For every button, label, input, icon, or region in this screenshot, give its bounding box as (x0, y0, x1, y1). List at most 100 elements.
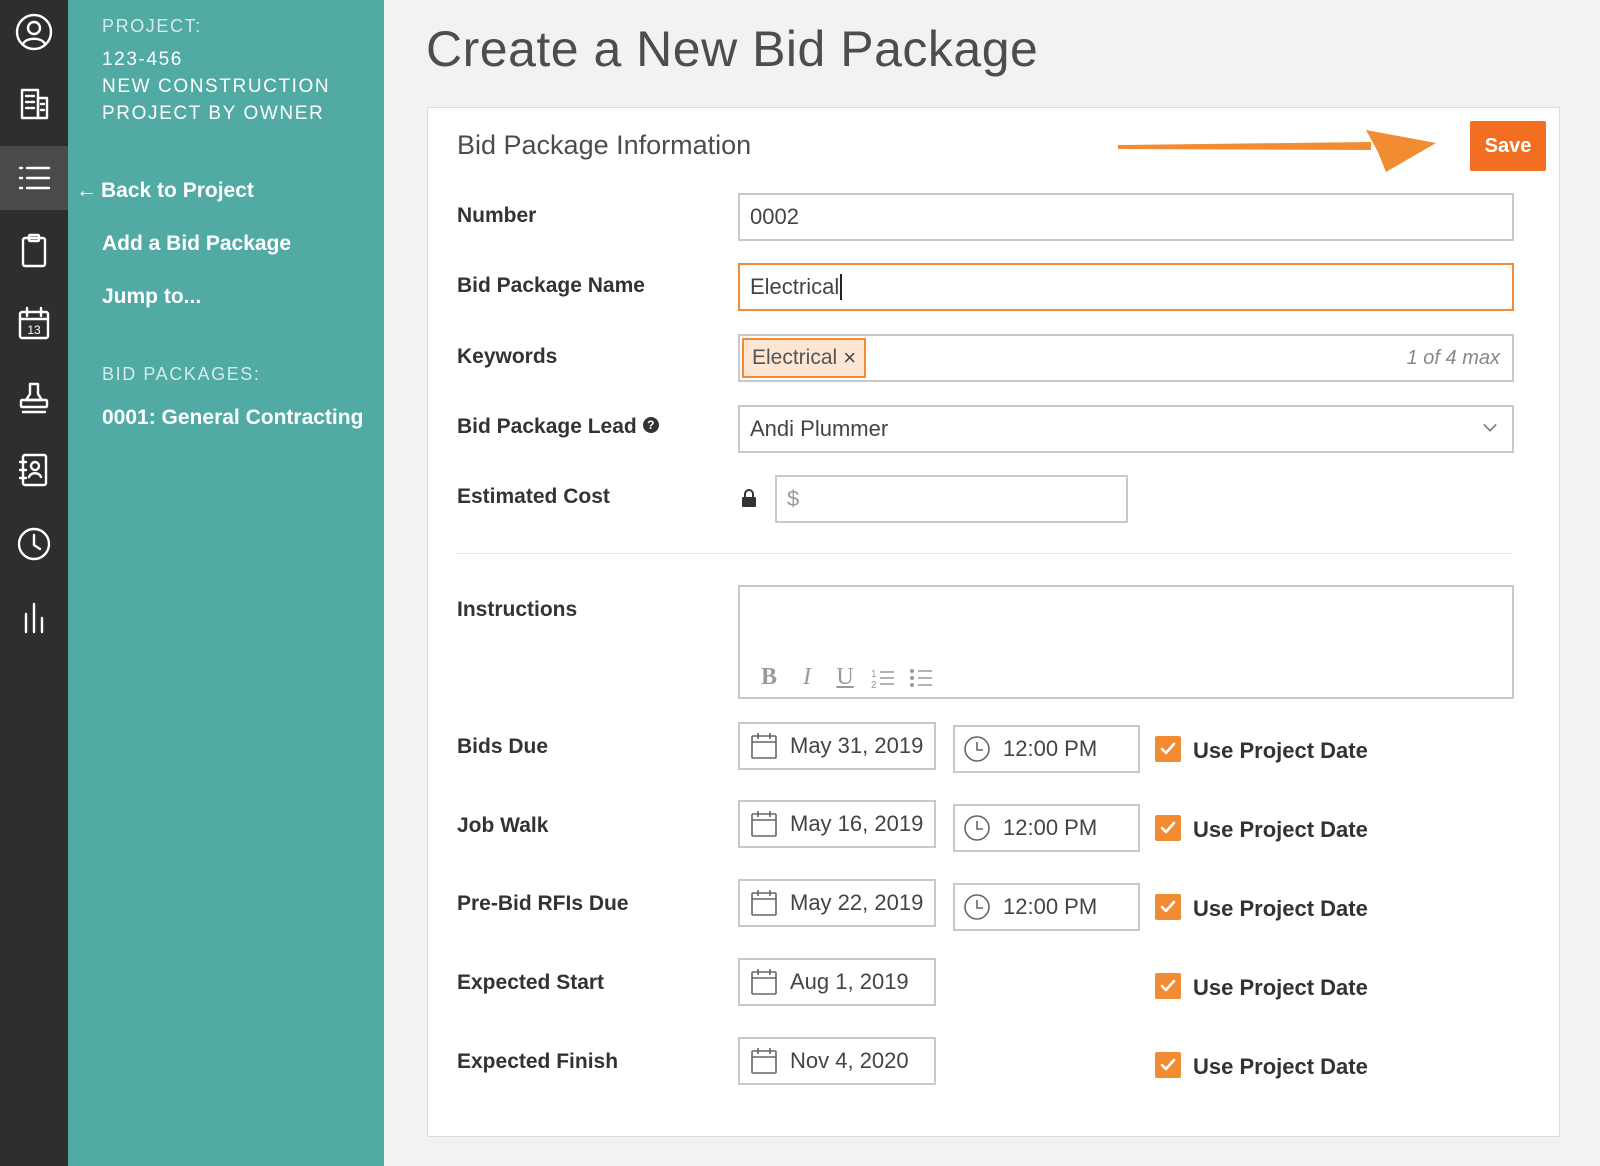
bar-chart-icon[interactable] (0, 586, 68, 650)
checkmark-icon (1160, 821, 1176, 834)
user-circle-icon[interactable] (0, 0, 68, 64)
divider (457, 553, 1512, 554)
text-cursor (840, 274, 843, 300)
bids-due-label: Bids Due (457, 735, 549, 758)
svg-text:13: 13 (27, 323, 41, 337)
keywords-field[interactable]: Electrical × 1 of 4 max (738, 334, 1514, 382)
calendar-icon (751, 733, 777, 759)
project-name-line1: NEW CONSTRUCTION (102, 76, 331, 97)
bid-package-name-field[interactable]: Electrical (738, 263, 1514, 311)
job-walk-use-project-date-checkbox[interactable] (1155, 815, 1181, 841)
project-info: 123-456 NEW CONSTRUCTION PROJECT BY OWNE… (102, 46, 330, 127)
svg-text:2: 2 (871, 680, 877, 690)
clock-icon[interactable] (0, 512, 68, 576)
bids-due-date-field[interactable]: May 31, 2019 (738, 722, 936, 770)
underline-button[interactable]: U (826, 664, 864, 691)
project-name-line2: PROJECT BY OWNER (102, 103, 325, 124)
bid-package-lead-label: Bid Package Lead? (457, 415, 659, 439)
calendar-icon (751, 1048, 777, 1074)
expected-finish-checkbox-label: Use Project Date (1193, 1054, 1368, 1079)
expected-finish-label: Expected Finish (457, 1050, 619, 1073)
expected-finish-date: Nov 4, 2020 (790, 1048, 909, 1073)
numbered-list-icon[interactable]: 12 (864, 664, 902, 691)
back-link-label: Back to Project (101, 179, 254, 202)
checkmark-icon (1160, 742, 1176, 755)
keyword-tag: Electrical × (742, 338, 867, 378)
stamp-icon[interactable] (0, 366, 68, 430)
lock-icon (742, 489, 756, 507)
number-label: Number (457, 204, 537, 227)
project-label: PROJECT: (102, 16, 202, 36)
expected-finish-use-project-date-checkbox[interactable] (1155, 1052, 1181, 1078)
keyword-tag-label: Electrical (752, 346, 838, 369)
svg-text:1: 1 (871, 669, 877, 680)
estimated-cost-placeholder: $ (787, 486, 800, 511)
calendar-icon (751, 890, 777, 916)
pre-bid-rfis-due-time: 12:00 PM (1003, 894, 1098, 919)
help-icon[interactable]: ? (642, 417, 659, 434)
bids-due-time-field[interactable]: 12:00 PM (953, 725, 1140, 773)
estimated-cost-field[interactable]: $ (775, 475, 1128, 523)
bids-due-checkbox-label: Use Project Date (1193, 738, 1368, 763)
expected-start-use-project-date-checkbox[interactable] (1155, 973, 1181, 999)
chevron-down-icon (1483, 418, 1497, 432)
calendar-icon[interactable]: 13 (0, 292, 68, 356)
bulleted-list-icon[interactable] (902, 664, 940, 691)
pre-bid-rfis-due-checkbox-label: Use Project Date (1193, 896, 1368, 921)
icon-rail: 13 (0, 0, 68, 1166)
back-arrow-icon: ← (76, 179, 97, 202)
formatting-toolbar: B I U 12 (750, 664, 940, 691)
add-bid-package-link[interactable]: Add a Bid Package (102, 232, 291, 256)
bids-due-time: 12:00 PM (1003, 736, 1098, 761)
instructions-label: Instructions (457, 598, 578, 621)
italic-button[interactable]: I (788, 664, 826, 691)
bid-package-name-value: Electrical (750, 274, 840, 299)
pre-bid-rfis-due-use-project-date-checkbox[interactable] (1155, 894, 1181, 920)
clock-icon (964, 894, 990, 920)
arrow-icon (1118, 130, 1436, 172)
save-button[interactable]: Save (1470, 121, 1546, 171)
job-walk-time-field[interactable]: 12:00 PM (953, 804, 1140, 852)
bid-package-lead-select[interactable]: Andi Plummer (738, 405, 1514, 453)
job-walk-checkbox-label: Use Project Date (1193, 817, 1368, 842)
bid-package-lead-label-text: Bid Package Lead (457, 415, 637, 438)
clipboard-icon[interactable] (0, 218, 68, 282)
contact-book-icon[interactable] (0, 438, 68, 502)
bid-packages-label: BID PACKAGES: (102, 364, 261, 384)
bid-package-name-label: Bid Package Name (457, 274, 645, 297)
expected-start-date-field[interactable]: Aug 1, 2019 (738, 958, 936, 1006)
expected-start-date: Aug 1, 2019 (790, 969, 909, 994)
estimated-cost-label: Estimated Cost (457, 485, 610, 508)
job-walk-date: May 16, 2019 (790, 811, 924, 836)
back-to-project-link[interactable]: ← Back to Project (76, 179, 254, 203)
project-sidebar: PROJECT: 123-456 NEW CONSTRUCTION PROJEC… (68, 0, 384, 1166)
checkmark-icon (1160, 900, 1176, 913)
job-walk-date-field[interactable]: May 16, 2019 (738, 800, 936, 848)
expected-finish-date-field[interactable]: Nov 4, 2020 (738, 1037, 936, 1085)
page-title: Create a New Bid Package (426, 21, 1039, 77)
pre-bid-rfis-due-date: May 22, 2019 (790, 890, 924, 915)
bold-button[interactable]: B (750, 664, 788, 691)
remove-tag-icon[interactable]: × (843, 345, 856, 371)
number-field[interactable]: 0002 (738, 193, 1514, 241)
project-number: 123-456 (102, 49, 183, 70)
bids-due-use-project-date-checkbox[interactable] (1155, 736, 1181, 762)
keywords-label: Keywords (457, 345, 558, 368)
checkmark-icon (1160, 979, 1176, 992)
sidebar-item-bid-package[interactable]: 0001: General Contracting (102, 406, 363, 430)
instructions-editor[interactable]: B I U 12 (738, 585, 1514, 699)
clock-icon (964, 736, 990, 762)
expected-start-label: Expected Start (457, 971, 605, 994)
job-walk-label: Job Walk (457, 814, 549, 837)
calendar-icon (751, 811, 777, 837)
clock-icon (964, 815, 990, 841)
bid-package-lead-value: Andi Plummer (750, 416, 889, 441)
building-icon[interactable] (0, 72, 68, 136)
pre-bid-rfis-due-label: Pre-Bid RFIs Due (457, 892, 629, 915)
pre-bid-rfis-due-time-field[interactable]: 12:00 PM (953, 883, 1140, 931)
bids-due-date: May 31, 2019 (790, 733, 924, 758)
pre-bid-rfis-due-date-field[interactable]: May 22, 2019 (738, 879, 936, 927)
bid-package-form: Bid Package Information Save Number 0002… (427, 107, 1560, 1137)
jump-to-link[interactable]: Jump to... (102, 285, 201, 309)
list-icon[interactable] (0, 146, 68, 210)
